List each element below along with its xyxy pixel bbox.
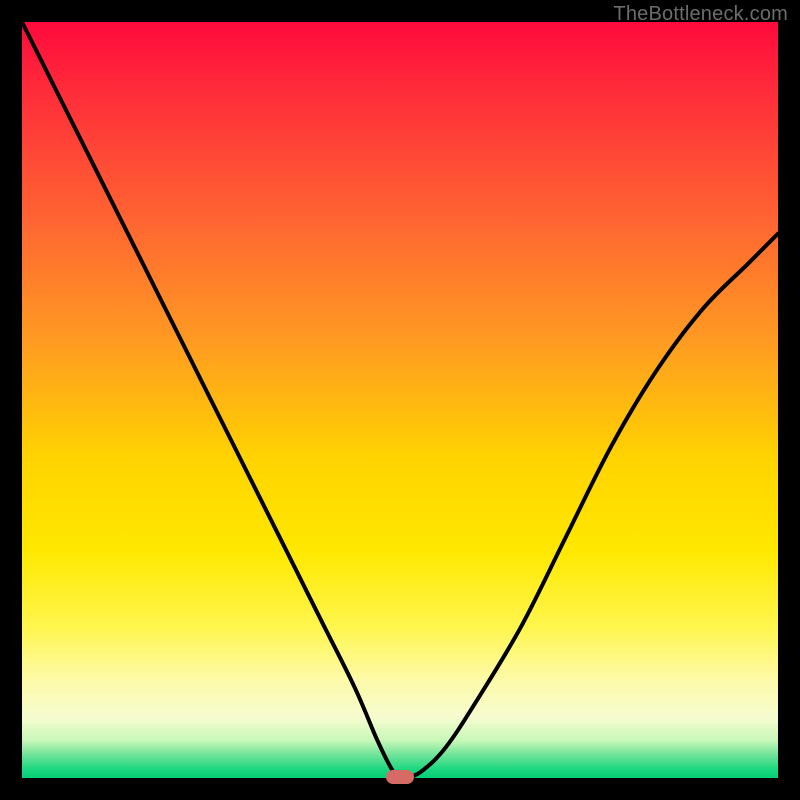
plot-area — [22, 22, 778, 778]
bottleneck-curve — [22, 22, 778, 778]
watermark-text: TheBottleneck.com — [613, 3, 788, 26]
chart-frame: TheBottleneck.com — [0, 0, 800, 800]
minimum-marker — [386, 770, 414, 784]
